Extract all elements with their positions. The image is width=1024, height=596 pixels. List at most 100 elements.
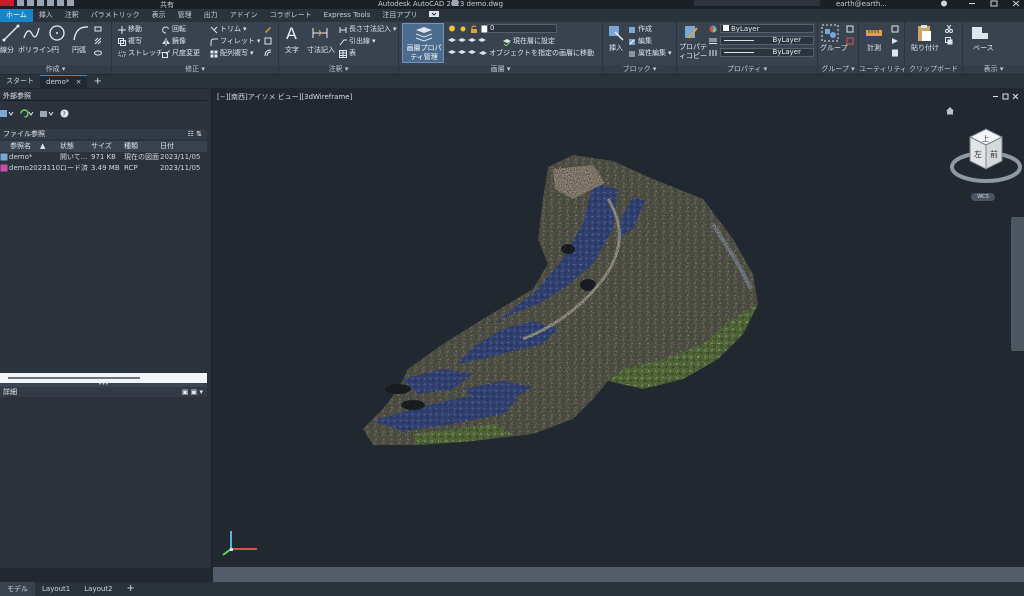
maximize-icon[interactable] [990,0,998,7]
layer-properties-button[interactable]: 画層プロパティ管理 [402,23,444,63]
panel-modify-title[interactable]: 修正 ▾ [112,65,278,74]
paste-button[interactable]: 貼り付け [911,43,939,53]
wcs-menu[interactable]: WCS [971,193,995,201]
base-button[interactable]: ベース [973,43,994,53]
close-tab-icon[interactable]: × [76,78,82,86]
edit-block-button[interactable]: 編集 [628,37,652,46]
ellipse-icon[interactable] [94,49,102,57]
autocad-logo-icon[interactable] [0,0,14,6]
tab-layout1[interactable]: Layout1 [35,582,77,596]
splitter-scroll-thumb[interactable] [8,377,140,379]
help-search-input[interactable] [694,0,820,6]
circle-button[interactable]: 円 [52,45,59,55]
drawing-viewport[interactable]: [−][南西]アイソメ ビュー][3dWireframe] 上 左 前 WCS [213,89,1024,567]
edit-attribute-button[interactable]: 属性編集 ▾ [628,49,672,58]
unlock-icon[interactable] [470,25,478,33]
share-button[interactable]: 共有 [160,0,174,9]
fillet-button[interactable]: フィレット ▾ [210,37,260,46]
new-file-icon[interactable] [17,0,24,6]
layer-tool-icon-4[interactable] [478,37,486,45]
panel-annotation-title[interactable]: 注釈 ▾ [279,65,398,74]
group-icon[interactable] [821,24,839,42]
erase-icon[interactable] [264,25,272,33]
open-file-icon[interactable] [27,0,34,6]
panel-groups-title[interactable]: グループ ▾ [818,65,858,74]
tab-annotate[interactable]: 注釈 [59,9,85,22]
help-icon-palette[interactable]: ? [60,109,69,118]
dimension-button[interactable]: 寸法記入 [307,45,335,55]
line-icon[interactable] [2,24,20,42]
column-ref-name[interactable]: 参照名 ▲ [0,141,60,152]
tab-manage[interactable]: 管理 [172,9,198,22]
layer-tool-icon-7[interactable] [468,49,476,57]
trim-button[interactable]: トリム ▾ [210,25,247,34]
insert-button[interactable]: 挿入 [609,43,623,53]
attach-dwg-icon[interactable] [0,109,14,118]
change-path-icon[interactable] [40,109,54,118]
set-current-layer-button[interactable]: 現在層に設定 [503,37,555,46]
details-view-toggle-icon[interactable]: ▣ ▣ ▾ [182,387,203,397]
text-icon[interactable]: A [283,24,301,42]
line-button[interactable]: 線分 [0,45,14,55]
panel-clipboard-title[interactable]: クリップボード [905,65,962,74]
tab-insert[interactable]: 挿入 [33,9,59,22]
measure-button[interactable]: 計測 [867,43,881,53]
leader-button[interactable]: 引出線 ▾ [339,37,376,46]
tab-start[interactable]: スタート [0,75,40,88]
tab-featured-apps[interactable]: 注目アプリ [376,9,423,22]
tab-layout2[interactable]: Layout2 [77,582,119,596]
column-date[interactable]: 日付 [160,141,207,152]
table-row[interactable]: demo* 開いて... 971 KB 現在の図面 2023/11/05 [0,152,207,163]
layer-tool-icon-1[interactable] [448,37,456,45]
layer-tool-icon-2[interactable] [458,37,466,45]
arc-icon[interactable] [72,24,90,42]
leader-dropdown-icon[interactable]: ▾ [372,37,376,46]
lightbulb-icon[interactable] [448,25,456,33]
scale-button[interactable]: 尺度変更 [162,49,200,58]
linear-dim-dropdown-icon[interactable]: ▾ [393,25,397,34]
pin-icon[interactable] [452,0,458,6]
array-button[interactable]: 配列複写 ▾ [210,49,254,58]
match-properties-icon[interactable] [683,24,701,42]
tab-model[interactable]: モデル [0,582,35,596]
point-cloud-model[interactable] [213,89,1024,567]
tab-demo-drawing[interactable]: demo* × [40,75,88,88]
insert-block-icon[interactable] [607,24,625,42]
viewcube-top-face[interactable]: 上 [982,134,989,143]
paste-icon[interactable] [915,24,933,42]
base-view-icon[interactable] [971,24,989,42]
rotate-button[interactable]: 回転 [162,25,186,34]
move-button[interactable]: 移動 [118,25,142,34]
new-tab-button[interactable]: + [87,75,107,88]
polyline-icon[interactable] [22,24,40,42]
save-icon[interactable] [37,0,44,6]
table-button[interactable]: 表 [339,49,356,58]
viewcube-left-face[interactable]: 左 [974,149,982,159]
circle-icon[interactable] [48,24,66,42]
layer-dropdown[interactable]: 0 [487,24,557,33]
measure-icon[interactable] [865,24,883,42]
panel-view-title[interactable]: 表示 ▾ [963,65,1024,74]
save-as-icon[interactable] [47,0,54,6]
layer-tool-icon-3[interactable] [468,37,476,45]
list-view-toggle-icon[interactable]: ☷ ⇅ [188,129,202,139]
tab-home[interactable]: ホーム [0,9,33,22]
column-type[interactable]: 種類 [124,141,160,152]
refresh-icon[interactable] [20,108,34,118]
tab-view[interactable]: 表示 [146,9,172,22]
tab-parametric[interactable]: パラメトリック [85,9,146,22]
dimension-icon[interactable] [311,24,329,42]
home-view-icon[interactable] [945,106,955,115]
ungroup-icon[interactable] [846,25,854,33]
clipboard-copy-icon[interactable] [945,37,953,45]
panel-block-title[interactable]: ブロック ▾ [603,65,676,74]
match-properties-button[interactable]: プロパティコピー [679,43,707,61]
plot-icon[interactable] [57,0,64,6]
create-block-button[interactable]: 作成 [628,25,652,34]
undo-icon[interactable] [67,0,74,6]
cut-icon[interactable] [945,25,953,33]
text-button[interactable]: 文字 [285,45,299,55]
tab-express-tools[interactable]: Express Tools [318,9,377,22]
sun-icon[interactable] [459,25,467,33]
add-layout-button[interactable]: + [120,582,142,596]
